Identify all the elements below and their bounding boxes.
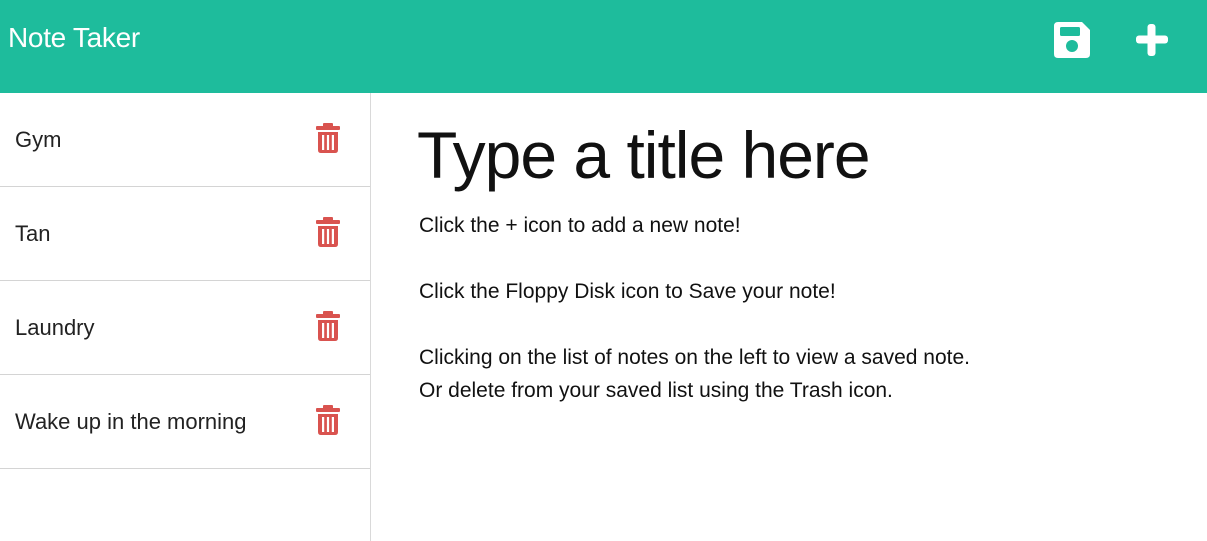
- note-list-item-title: Wake up in the morning: [15, 409, 247, 434]
- trash-icon[interactable]: [316, 123, 340, 153]
- note-list-item[interactable]: Gym: [0, 93, 370, 187]
- trash-icon[interactable]: [316, 217, 340, 247]
- note-title-input[interactable]: [417, 115, 1177, 195]
- trash-icon[interactable]: [316, 311, 340, 341]
- navbar: Note Taker: [0, 0, 1207, 93]
- note-list-item[interactable]: Wake up in the morning: [0, 375, 370, 469]
- app-title[interactable]: Note Taker: [8, 22, 140, 54]
- note-body-textarea[interactable]: [419, 209, 1179, 529]
- save-note-button[interactable]: [1052, 20, 1092, 60]
- note-list-item-title: Laundry: [15, 315, 95, 340]
- note-list-item-title: Gym: [15, 127, 62, 152]
- notes-sidebar: Gym Tan Laundry Wake up in the morning: [0, 93, 371, 541]
- trash-icon[interactable]: [316, 405, 340, 435]
- note-editor: [371, 93, 1207, 541]
- plus-icon: [1136, 24, 1168, 56]
- note-list-item[interactable]: Laundry: [0, 281, 370, 375]
- floppy-disk-icon: [1054, 22, 1090, 58]
- note-list-item-title: Tan: [15, 221, 51, 246]
- new-note-button[interactable]: [1132, 20, 1172, 60]
- note-list-item[interactable]: Tan: [0, 187, 370, 281]
